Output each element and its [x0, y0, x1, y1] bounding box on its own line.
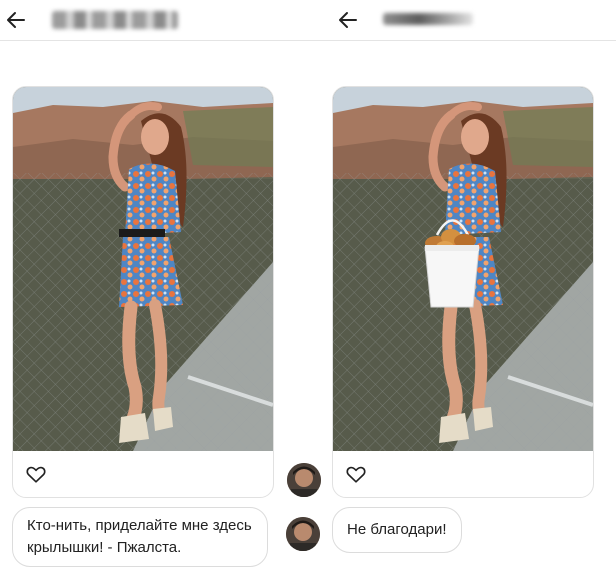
blurred-contact-name — [383, 13, 473, 25]
shared-post-card[interactable] — [12, 86, 274, 498]
right-panel: Не благодари! — [308, 0, 616, 582]
avatar-image — [287, 463, 321, 497]
shared-post-card[interactable] — [332, 86, 594, 498]
heart-icon[interactable] — [345, 463, 367, 485]
post-photo[interactable] — [333, 87, 593, 451]
left-panel: Кто-нить, приделайте мне здесь крылышки!… — [0, 0, 308, 582]
heart-icon[interactable] — [25, 463, 47, 485]
message-text: Кто-нить, приделайте мне здесь крылышки!… — [27, 517, 252, 556]
avatar[interactable] — [286, 517, 320, 551]
message-bubble: Не благодари! — [332, 507, 462, 553]
back-arrow-icon[interactable] — [336, 8, 360, 32]
message-bubble: Кто-нить, приделайте мне здесь крылышки!… — [12, 507, 268, 567]
chat-header — [308, 0, 616, 41]
blurred-contact-name — [52, 11, 178, 29]
chat-header — [0, 0, 308, 41]
avatar[interactable] — [287, 463, 321, 497]
avatar-image — [286, 517, 320, 551]
back-arrow-icon[interactable] — [4, 8, 28, 32]
post-photo[interactable] — [13, 87, 273, 451]
message-text: Не благодари! — [347, 521, 447, 538]
